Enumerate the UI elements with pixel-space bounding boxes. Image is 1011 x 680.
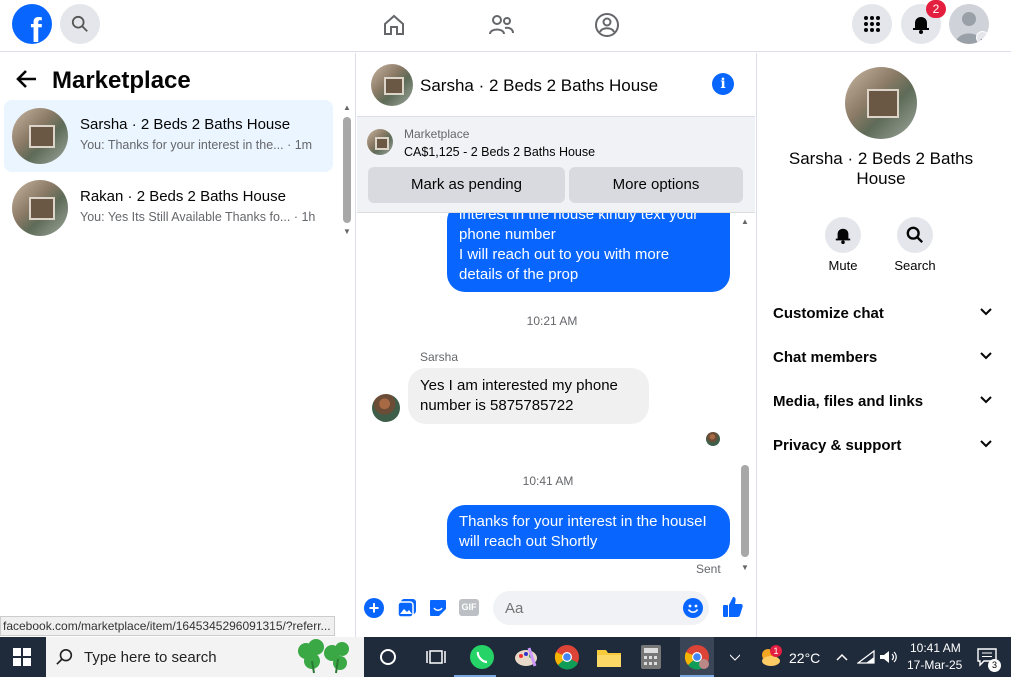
clock-date[interactable]: 17-Mar-25	[907, 658, 962, 672]
chevron-down-icon	[979, 437, 993, 455]
mute-button[interactable]	[825, 217, 861, 253]
network-icon[interactable]	[856, 643, 876, 671]
chevron-down-icon	[979, 393, 993, 411]
message-input[interactable]	[493, 591, 709, 625]
message-thread: interest in the house kindly text your p…	[357, 213, 755, 589]
volume-icon[interactable]	[879, 643, 899, 671]
chrome-icon[interactable]	[553, 643, 581, 671]
conversation-item[interactable]: Rakan · 2 Beds 2 Baths House You: Yes It…	[4, 172, 333, 244]
status-bar-url: facebook.com/marketplace/item/1645345296…	[0, 616, 335, 636]
page-title: Marketplace	[52, 67, 191, 94]
gif-icon[interactable]: GIF	[459, 599, 479, 616]
cortana-icon[interactable]	[374, 643, 402, 671]
sender-name: Sarsha	[420, 350, 459, 364]
taskbar-search-text: Type here to search	[84, 649, 217, 666]
scrollbar-thumb[interactable]	[343, 117, 351, 223]
chat-members-row[interactable]: Chat members	[773, 349, 993, 373]
chat-details-pane: Sarsha · 2 Beds 2 Baths House Mute Searc…	[756, 53, 1011, 637]
taskbar-search-box[interactable]: Type here to search	[46, 637, 364, 677]
marketplace-label: Marketplace	[404, 127, 470, 141]
scroll-up-arrow-icon[interactable]: ▲	[741, 217, 749, 226]
seen-indicator-avatar	[706, 432, 720, 446]
listing-thumbnail[interactable]	[367, 129, 393, 155]
bell-icon	[835, 228, 851, 244]
outgoing-message[interactable]: Thanks for your interest in the houseI w…	[447, 505, 730, 559]
privacy-support-row[interactable]: Privacy & support	[773, 437, 993, 461]
windows-start-icon[interactable]	[8, 643, 36, 671]
incoming-message[interactable]: Yes I am interested my phone number is 5…	[408, 368, 649, 424]
sender-avatar[interactable]	[372, 394, 400, 422]
chevron-down-icon	[979, 305, 993, 323]
conversation-item[interactable]: Sarsha · 2 Beds 2 Baths House You: Thank…	[4, 100, 333, 172]
groups-icon[interactable]	[592, 10, 622, 40]
friends-icon[interactable]	[486, 10, 516, 40]
search-icon[interactable]	[60, 4, 100, 44]
notification-count-badge: 3	[988, 659, 1001, 672]
more-options-button[interactable]: More options	[569, 167, 743, 203]
outgoing-message[interactable]: interest in the house kindly text your p…	[447, 213, 730, 292]
task-view-icon[interactable]	[422, 643, 450, 671]
search-icon	[56, 648, 73, 665]
calculator-icon[interactable]	[637, 643, 665, 671]
emoji-icon[interactable]	[683, 598, 703, 618]
conversation-name: Rakan · 2 Beds 2 Baths House	[80, 188, 286, 205]
photo-icon[interactable]	[397, 598, 417, 623]
shamrock-icon	[292, 639, 354, 680]
marketplace-listing-panel: Marketplace CA$1,125 - 2 Beds 2 Baths Ho…	[357, 117, 755, 213]
listing-thumbnail	[12, 108, 68, 164]
search-icon	[906, 226, 924, 244]
windows-taskbar: Type here to search 1 22°C 10:41 AM 17-M…	[0, 637, 1011, 677]
temperature[interactable]: 22°C	[789, 650, 820, 666]
scroll-down-arrow-icon[interactable]: ▼	[343, 227, 351, 236]
listing-thumbnail	[12, 180, 68, 236]
scroll-down-arrow-icon[interactable]: ▼	[741, 563, 749, 572]
customize-chat-row[interactable]: Customize chat	[773, 305, 993, 329]
home-icon[interactable]	[379, 10, 409, 40]
clock-time[interactable]: 10:41 AM	[910, 641, 961, 655]
menu-grid-icon[interactable]	[852, 4, 892, 44]
scrollbar-thumb[interactable]	[741, 465, 749, 557]
chat-header: Sarsha · 2 Beds 2 Baths House i	[357, 53, 755, 117]
chrome-profile-icon[interactable]	[680, 637, 714, 677]
account-avatar[interactable]: ⌄	[949, 4, 989, 44]
paint-icon[interactable]	[512, 643, 540, 671]
conversation-list-scrollbar[interactable]: ▲ ▼	[343, 103, 351, 239]
listing-price[interactable]: CA$1,125 - 2 Beds 2 Baths House	[404, 145, 595, 159]
conversation-name: Sarsha · 2 Beds 2 Baths House	[80, 116, 291, 133]
message-timestamp: 10:21 AM	[526, 314, 578, 328]
message-composer: + GIF	[357, 589, 755, 637]
thumbs-up-icon[interactable]	[721, 595, 745, 624]
facebook-logo[interactable]: f	[12, 4, 52, 44]
mark-as-pending-button[interactable]: Mark as pending	[368, 167, 565, 203]
tray-separator	[728, 643, 742, 671]
listing-avatar[interactable]	[845, 67, 917, 139]
conversation-list-pane: Marketplace Sarsha · 2 Beds 2 Baths Hous…	[0, 53, 356, 637]
sent-status: Sent	[696, 562, 721, 576]
file-explorer-icon[interactable]	[595, 643, 623, 671]
conversation-preview: You: Yes Its Still Available Thanks fo..…	[80, 210, 316, 224]
chat-scrollbar[interactable]: ▲ ▼	[740, 213, 750, 573]
chat-avatar[interactable]	[371, 64, 413, 106]
details-title: Sarsha · 2 Beds 2 Baths House	[788, 149, 974, 188]
sticker-icon[interactable]	[428, 598, 448, 623]
back-arrow-icon[interactable]	[16, 69, 38, 95]
chat-title[interactable]: Sarsha · 2 Beds 2 Baths House	[420, 76, 658, 96]
show-hidden-icons-chevron[interactable]	[832, 643, 852, 671]
mute-label: Mute	[828, 258, 858, 273]
conversation-preview: You: Thanks for your interest in the... …	[80, 138, 313, 152]
chevron-down-icon: ⌄	[976, 31, 989, 44]
weather-badge: 1	[770, 645, 782, 657]
notification-badge: 2	[926, 0, 946, 18]
info-icon[interactable]: i	[712, 73, 734, 95]
search-in-chat-button[interactable]	[897, 217, 933, 253]
plus-icon[interactable]: +	[364, 598, 384, 618]
media-files-links-row[interactable]: Media, files and links	[773, 393, 993, 417]
whatsapp-icon[interactable]	[468, 643, 496, 671]
top-navigation-bar: f 2 ⌄	[0, 0, 1011, 52]
scroll-up-arrow-icon[interactable]: ▲	[343, 103, 351, 112]
search-label: Search	[894, 258, 936, 273]
message-timestamp: 10:41 AM	[522, 474, 574, 488]
chevron-down-icon	[979, 349, 993, 367]
chat-pane: Sarsha · 2 Beds 2 Baths House i Marketpl…	[357, 53, 755, 637]
